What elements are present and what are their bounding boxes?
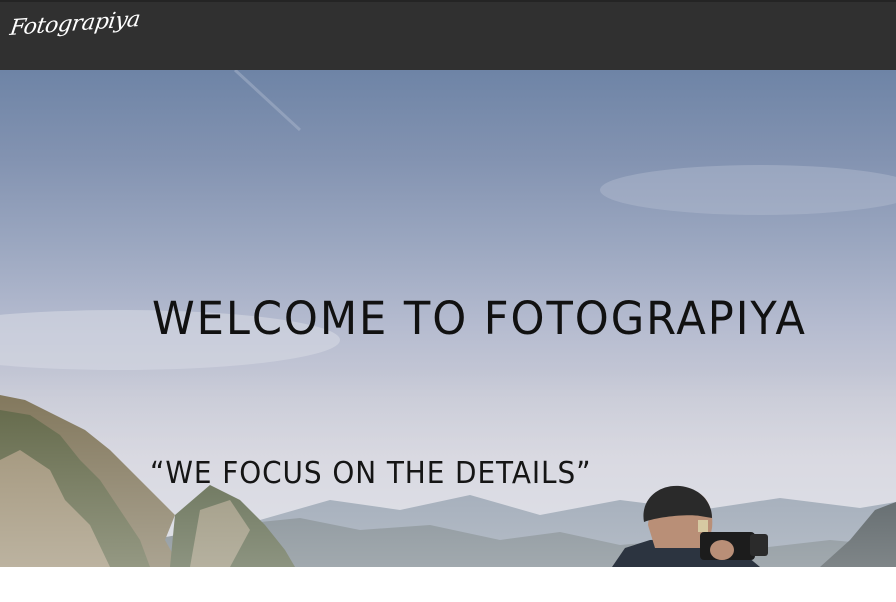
site-logo[interactable]: Fotograpiya: [8, 7, 141, 41]
top-navbar: Fotograpiya: [0, 0, 896, 70]
hero-banner: WELCOME TO FOTOGRAPIYA “WE FOCUS ON THE …: [0, 70, 896, 567]
hero-tagline: “WE FOCUS ON THE DETAILS”: [150, 456, 592, 491]
hero-title: WELCOME TO FOTOGRAPIYA: [152, 292, 807, 345]
page-content-area: [0, 567, 896, 602]
